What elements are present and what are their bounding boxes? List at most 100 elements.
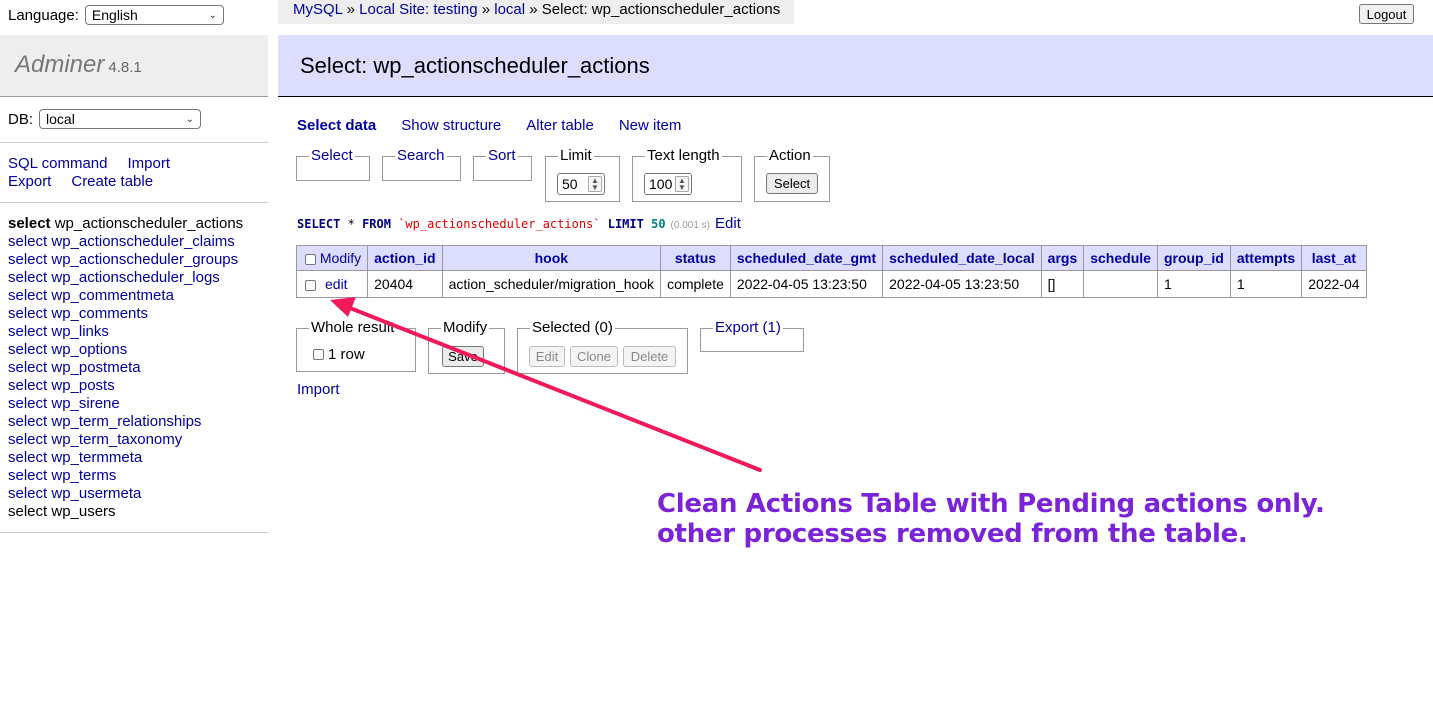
table-name-link[interactable]: wp_actionscheduler_logs (51, 269, 219, 286)
cell-args: [] (1040, 270, 1085, 298)
select-table-link[interactable]: select (8, 395, 47, 412)
table-list-item: select wp_actionscheduler_groups (8, 251, 243, 269)
text-length-input[interactable]: 100 ▲ ▼ (644, 173, 692, 195)
import-link[interactable]: Import (128, 155, 171, 172)
modify-legend: Modify (441, 319, 490, 337)
limit-fieldset: Limit 50 ▲ ▼ (545, 147, 620, 202)
select-toggle[interactable]: Select (309, 147, 355, 165)
column-header-scheduled_date_local[interactable]: scheduled_date_local (882, 245, 1042, 271)
table-name-link[interactable]: wp_postmeta (51, 359, 140, 376)
save-button[interactable]: Save (442, 346, 484, 367)
table-name-link[interactable]: wp_posts (51, 377, 114, 394)
language-value: English (91, 7, 138, 23)
adminer-logo[interactable]: Adminer 4.8.1 (15, 51, 142, 79)
sql-table-name: `wp_actionscheduler_actions` (398, 217, 601, 231)
select-table-link[interactable]: select (8, 215, 51, 232)
limit-input[interactable]: 50 ▲ ▼ (557, 173, 605, 195)
table-name-link[interactable]: wp_commentmeta (51, 287, 174, 304)
column-header-action_id[interactable]: action_id (367, 245, 443, 271)
row-checkbox[interactable] (305, 279, 316, 291)
table-list-item: select wp_links (8, 323, 243, 341)
table-name-link[interactable]: wp_sirene (51, 395, 119, 412)
select-table-link[interactable]: select (8, 305, 47, 322)
table-name-link[interactable]: wp_comments (51, 305, 148, 322)
table-name-link[interactable]: wp_usermeta (51, 485, 141, 502)
table-list-item: select wp_actionscheduler_claims (8, 233, 243, 251)
select-table-link[interactable]: select (8, 431, 47, 448)
modify-column-header: Modify (295, 245, 369, 271)
select-table-link[interactable]: select (8, 467, 47, 484)
column-header-group_id[interactable]: group_id (1156, 245, 1231, 271)
select-table-link[interactable]: select (8, 485, 47, 502)
modify-header-label[interactable]: Modify (320, 250, 361, 266)
table-name-link[interactable]: wp_term_taxonomy (51, 431, 182, 448)
column-header-status[interactable]: status (660, 245, 731, 271)
select-table-link[interactable]: select (8, 341, 47, 358)
table-name-link[interactable]: wp_termmeta (51, 449, 142, 466)
new-item-link[interactable]: New item (619, 117, 682, 134)
select-submit-button[interactable]: Select (766, 173, 818, 194)
import-data-link[interactable]: Import (297, 381, 340, 398)
cell-schedule (1083, 270, 1158, 298)
select-table-link[interactable]: select (8, 323, 47, 340)
breadcrumb-item-db[interactable]: local (494, 1, 525, 18)
sort-toggle[interactable]: Sort (486, 147, 518, 165)
whole-result-fieldset: Whole result 1 row (296, 319, 416, 372)
edit-query-link[interactable]: Edit (715, 215, 741, 232)
sql-limit-number: 50 (651, 217, 666, 231)
modify-fieldset: Modify Save (428, 319, 505, 374)
sql-code: SELECT * FROM `wp_actionscheduler_action… (297, 217, 666, 231)
export-link[interactable]: Export (8, 173, 51, 190)
select-table-link[interactable]: select (8, 287, 47, 304)
whole-result-checkbox[interactable] (313, 349, 324, 360)
breadcrumb-item-mysql[interactable]: MySQL (293, 1, 342, 18)
db-select[interactable]: local ⌄ (39, 109, 202, 129)
clone-button[interactable]: Clone (570, 346, 618, 367)
create-table-link[interactable]: Create table (71, 173, 153, 190)
select-table-link[interactable]: select (8, 251, 47, 268)
column-header-schedule[interactable]: schedule (1083, 245, 1158, 271)
select-all-checkbox[interactable] (305, 253, 316, 265)
sidebar-divider (0, 142, 268, 143)
table-name-link[interactable]: wp_term_relationships (51, 413, 201, 430)
select-table-link[interactable]: select (8, 233, 47, 250)
alter-table-link[interactable]: Alter table (526, 117, 594, 134)
select-table-link[interactable]: select (8, 359, 47, 376)
stepper-icon[interactable]: ▲ ▼ (588, 176, 602, 192)
sql-command-link[interactable]: SQL command (8, 155, 108, 172)
column-header-scheduled_date_gmt[interactable]: scheduled_date_gmt (729, 245, 884, 271)
edit-selected-button[interactable]: Edit (529, 346, 565, 367)
select-table-link[interactable]: select (8, 377, 47, 394)
table-name-link[interactable]: wp_actionscheduler_claims (51, 233, 234, 250)
table-name-link[interactable]: wp_users (51, 503, 115, 520)
select-table-link[interactable]: select (8, 449, 47, 466)
export-toggle[interactable]: Export (1) (713, 319, 783, 337)
search-toggle[interactable]: Search (395, 147, 447, 165)
table-list-item: select wp_users (8, 503, 243, 521)
select-table-link[interactable]: select (8, 269, 47, 286)
show-structure-link[interactable]: Show structure (401, 117, 501, 134)
breadcrumb-item-server[interactable]: Local Site: testing (359, 1, 477, 18)
table-list-item: select wp_postmeta (8, 359, 243, 377)
select-table-link[interactable]: select (8, 413, 47, 430)
column-header-args[interactable]: args (1040, 245, 1085, 271)
select-data-link[interactable]: Select data (297, 117, 376, 134)
logout-button[interactable]: Logout (1359, 4, 1414, 24)
select-table-link[interactable]: select (8, 503, 47, 520)
annotation-line-2: other processes removed from the table. (657, 519, 1248, 549)
column-header-hook[interactable]: hook (441, 245, 662, 271)
row-edit-link[interactable]: edit (325, 276, 348, 292)
table-name-link[interactable]: wp_terms (51, 467, 116, 484)
table-name-link[interactable]: wp_actionscheduler_actions (55, 215, 243, 232)
column-header-last_at[interactable]: last_at (1301, 245, 1367, 271)
text-length-value: 100 (649, 176, 673, 192)
language-select[interactable]: English ⌄ (84, 5, 224, 25)
table-name-link[interactable]: wp_options (51, 341, 127, 358)
whole-result-option[interactable]: 1 row (313, 346, 365, 363)
table-name-link[interactable]: wp_actionscheduler_groups (51, 251, 238, 268)
delete-button[interactable]: Delete (623, 346, 676, 367)
cell-attempts: 1 (1229, 270, 1303, 298)
column-header-attempts[interactable]: attempts (1229, 245, 1303, 271)
stepper-icon[interactable]: ▲ ▼ (675, 176, 689, 192)
table-name-link[interactable]: wp_links (51, 323, 109, 340)
